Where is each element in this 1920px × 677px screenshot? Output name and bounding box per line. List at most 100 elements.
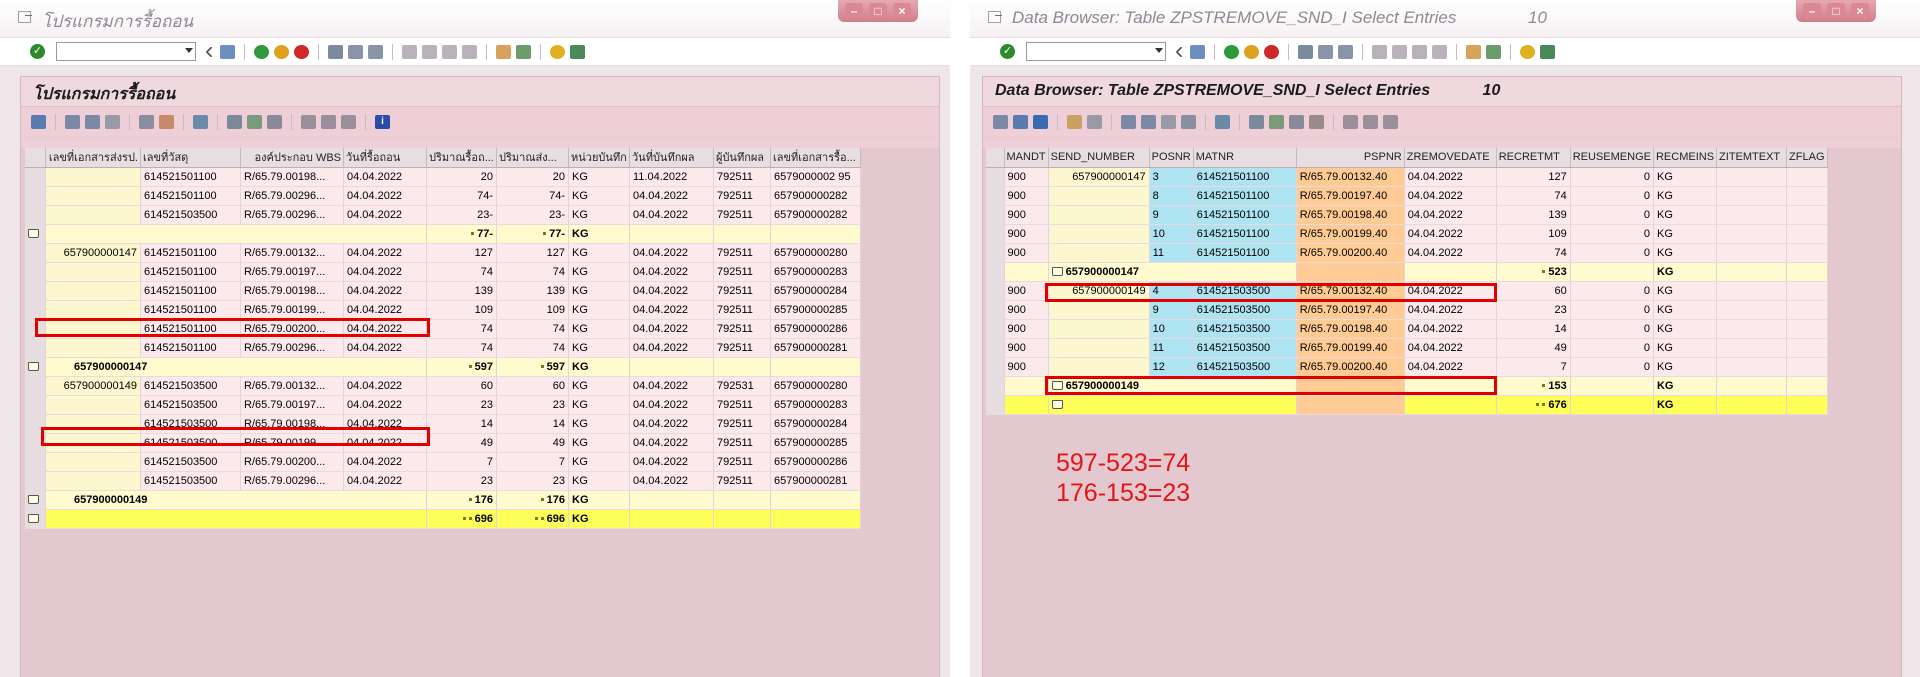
recretmt-cell[interactable]: 60 (1496, 281, 1571, 301)
matnr-cell[interactable]: 614521501100 (1193, 224, 1297, 244)
qty-remove-cell[interactable]: 7 (426, 452, 497, 472)
unit-cell[interactable]: KG (568, 395, 630, 415)
wbs-cell[interactable]: R/65.79.00198... (240, 167, 344, 187)
qty-remove-cell[interactable]: 14 (426, 414, 497, 434)
table-row[interactable]: 900 9 614521501100 R/65.79.00198.40 04.04.20… (986, 205, 1828, 225)
qty-send-cell[interactable]: 109 (496, 300, 569, 320)
qty-send-cell[interactable]: 14 (496, 414, 569, 434)
save-icon[interactable] (1190, 44, 1205, 59)
deselect-all-icon[interactable] (1087, 114, 1102, 129)
doc-number-cell[interactable] (45, 433, 141, 453)
wbs-cell[interactable]: R/65.79.00198... (240, 281, 344, 301)
unit-cell[interactable]: KG (568, 452, 630, 472)
back-small-icon[interactable] (205, 45, 217, 58)
row-selector[interactable] (986, 395, 1005, 415)
table-row[interactable]: 614521501100 R/65.79.00296... 04.04.2022 74… (25, 338, 861, 358)
doc-number-cell[interactable] (45, 186, 141, 206)
first-page-icon[interactable] (402, 44, 417, 59)
recorder-cell[interactable]: 792511 (713, 186, 771, 206)
reusemenge-cell[interactable]: 0 (1570, 300, 1654, 320)
subtotal-row[interactable]: 77- 77- KG (25, 224, 861, 244)
unit-cell[interactable]: KG (568, 376, 630, 396)
reusemenge-cell[interactable]: 0 (1570, 224, 1654, 244)
doc-number-cell[interactable] (45, 471, 141, 491)
spreadsheet-icon[interactable] (1269, 114, 1284, 129)
row-selector[interactable] (25, 452, 46, 472)
qty-send-cell[interactable]: 74 (496, 338, 569, 358)
recretmt-cell[interactable]: 7 (1496, 357, 1571, 377)
maximize-icon[interactable]: □ (1827, 3, 1845, 19)
col-header-matnr[interactable]: MATNR (1193, 148, 1297, 168)
mandt-cell[interactable]: 900 (1004, 205, 1049, 225)
table-row[interactable]: 900 657900000149 4 614521503500 R/65.79.0013… (986, 281, 1828, 301)
unit-cell[interactable]: KG (568, 471, 630, 491)
material-cell[interactable]: 614521501100 (140, 300, 241, 320)
record-date-cell[interactable]: 04.04.2022 (629, 262, 714, 282)
mandt-cell[interactable]: 900 (1004, 224, 1049, 244)
matnr-cell[interactable]: 614521501100 (1193, 243, 1297, 263)
zremovedate-cell[interactable]: 04.04.2022 (1404, 186, 1497, 206)
exit-icon[interactable] (1244, 44, 1259, 59)
send-number-cell[interactable] (1048, 205, 1150, 225)
remove-date-cell[interactable]: 04.04.2022 (343, 414, 427, 434)
row-selector[interactable] (25, 338, 46, 358)
col-header-zremovedate[interactable]: ZREMOVEDATE (1404, 148, 1497, 168)
row-selector[interactable] (986, 243, 1005, 263)
qty-remove-cell[interactable]: 74 (426, 319, 497, 339)
recretmt-cell[interactable]: 109 (1496, 224, 1571, 244)
filter-icon[interactable] (1161, 114, 1176, 129)
send-number-cell[interactable] (1048, 357, 1150, 377)
total-row[interactable]: 676 KG (986, 395, 1828, 415)
select-layout-icon[interactable] (1363, 114, 1378, 129)
qty-send-cell[interactable]: 74 (496, 319, 569, 339)
table-row[interactable]: 614521503500 R/65.79.00296... 04.04.2022 23… (25, 205, 861, 225)
remove-date-cell[interactable]: 04.04.2022 (343, 433, 427, 453)
posnr-cell[interactable]: 8 (1149, 186, 1194, 206)
col-header-reusemenge[interactable]: REUSEMENGE (1570, 148, 1654, 168)
posnr-cell[interactable]: 4 (1149, 281, 1194, 301)
recretmt-cell[interactable]: 14 (1496, 319, 1571, 339)
unit-cell[interactable]: KG (568, 338, 630, 358)
material-cell[interactable]: 614521501100 (140, 167, 241, 187)
remove-date-cell[interactable]: 04.04.2022 (343, 300, 427, 320)
pspnr-cell[interactable]: R/65.79.00198.40 (1296, 319, 1405, 339)
qty-send-cell[interactable]: 139 (496, 281, 569, 301)
table-row[interactable]: 614521503500 R/65.79.00198... 04.04.2022 14… (25, 414, 861, 434)
details-icon[interactable] (31, 114, 46, 129)
matnr-cell[interactable]: 614521503500 (1193, 300, 1297, 320)
col-header-unit[interactable]: หน่วยบันทึก (568, 148, 630, 168)
unit-cell[interactable]: KG (568, 281, 630, 301)
zitemtext-cell[interactable] (1716, 167, 1788, 187)
remove-date-cell[interactable]: 04.04.2022 (343, 338, 427, 358)
recretmt-cell[interactable]: 49 (1496, 338, 1571, 358)
zitemtext-cell[interactable] (1716, 338, 1788, 358)
row-selector[interactable] (986, 224, 1005, 244)
word-processing-icon[interactable] (1289, 114, 1304, 129)
table-row[interactable]: 614521503500 R/65.79.00296... 04.04.2022 23… (25, 471, 861, 491)
material-cell[interactable]: 614521503500 (140, 395, 241, 415)
reusemenge-cell[interactable]: 0 (1570, 319, 1654, 339)
chevron-down-icon[interactable] (185, 48, 193, 53)
mandt-cell[interactable]: 900 (1004, 300, 1049, 320)
material-cell[interactable]: 614521503500 (140, 471, 241, 491)
minimize-icon[interactable]: – (1803, 3, 1821, 19)
zremovedate-cell[interactable]: 04.04.2022 (1404, 243, 1497, 263)
matnr-cell[interactable]: 614521501100 (1193, 186, 1297, 206)
wbs-cell[interactable]: R/65.79.00296... (240, 186, 344, 206)
row-selector[interactable] (986, 357, 1005, 377)
select-all-icon[interactable] (1067, 114, 1082, 129)
doc-number-cell[interactable]: 657900000147 (45, 243, 141, 263)
wbs-cell[interactable]: R/65.79.00296... (240, 205, 344, 225)
find-next-icon[interactable] (368, 44, 383, 59)
posnr-cell[interactable]: 10 (1149, 224, 1194, 244)
remove-date-cell[interactable]: 04.04.2022 (343, 471, 427, 491)
record-date-cell[interactable]: 04.04.2022 (629, 414, 714, 434)
doc-number-cell[interactable] (45, 205, 141, 225)
qty-remove-cell[interactable]: 109 (426, 300, 497, 320)
subtotal-row[interactable]: 657900000147 597 597 KG (25, 357, 861, 377)
zflag-cell[interactable] (1786, 224, 1828, 244)
qty-send-cell[interactable]: 7 (496, 452, 569, 472)
zremovedate-cell[interactable]: 04.04.2022 (1404, 300, 1497, 320)
recorder-cell[interactable]: 792511 (713, 433, 771, 453)
qty-remove-cell[interactable]: 139 (426, 281, 497, 301)
